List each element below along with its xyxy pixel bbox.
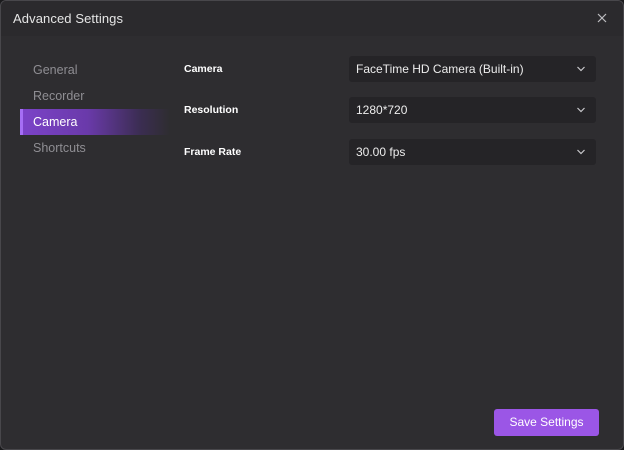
- title-bar: Advanced Settings: [1, 1, 623, 36]
- sidebar-item-label: Camera: [33, 115, 78, 129]
- chevron-down-icon: [576, 148, 586, 156]
- camera-label: Camera: [184, 63, 223, 75]
- sidebar-item-label: Shortcuts: [33, 141, 86, 155]
- resolution-select[interactable]: 1280*720: [349, 97, 596, 123]
- close-button[interactable]: [593, 9, 611, 27]
- camera-select[interactable]: FaceTime HD Camera (Built-in): [349, 56, 596, 82]
- sidebar-item-label: Recorder: [33, 89, 85, 103]
- frame-rate-select[interactable]: 30.00 fps: [349, 139, 596, 165]
- sidebar-item-general[interactable]: General: [20, 57, 170, 83]
- frame-rate-select-value: 30.00 fps: [356, 145, 406, 159]
- advanced-settings-window: Advanced Settings General Recorder Camer…: [0, 0, 624, 450]
- sidebar-item-recorder[interactable]: Recorder: [20, 83, 170, 109]
- resolution-label: Resolution: [184, 104, 239, 116]
- close-icon: [593, 9, 611, 27]
- camera-select-value: FaceTime HD Camera (Built-in): [356, 62, 524, 76]
- sidebar-item-shortcuts[interactable]: Shortcuts: [20, 135, 170, 161]
- resolution-setting-row: Resolution 1280*720: [184, 97, 596, 123]
- settings-sidebar: General Recorder Camera Shortcuts: [20, 57, 170, 161]
- chevron-down-icon: [576, 65, 586, 73]
- frame-rate-label: Frame Rate: [184, 146, 242, 158]
- resolution-select-value: 1280*720: [356, 103, 408, 117]
- sidebar-item-label: General: [33, 63, 78, 77]
- chevron-down-icon: [576, 106, 586, 114]
- camera-setting-row: Camera FaceTime HD Camera (Built-in): [184, 56, 596, 82]
- frame-rate-setting-row: Frame Rate 30.00 fps: [184, 139, 596, 165]
- sidebar-item-camera[interactable]: Camera: [20, 109, 170, 135]
- window-title: Advanced Settings: [13, 11, 124, 26]
- save-settings-button[interactable]: Save Settings: [494, 409, 599, 436]
